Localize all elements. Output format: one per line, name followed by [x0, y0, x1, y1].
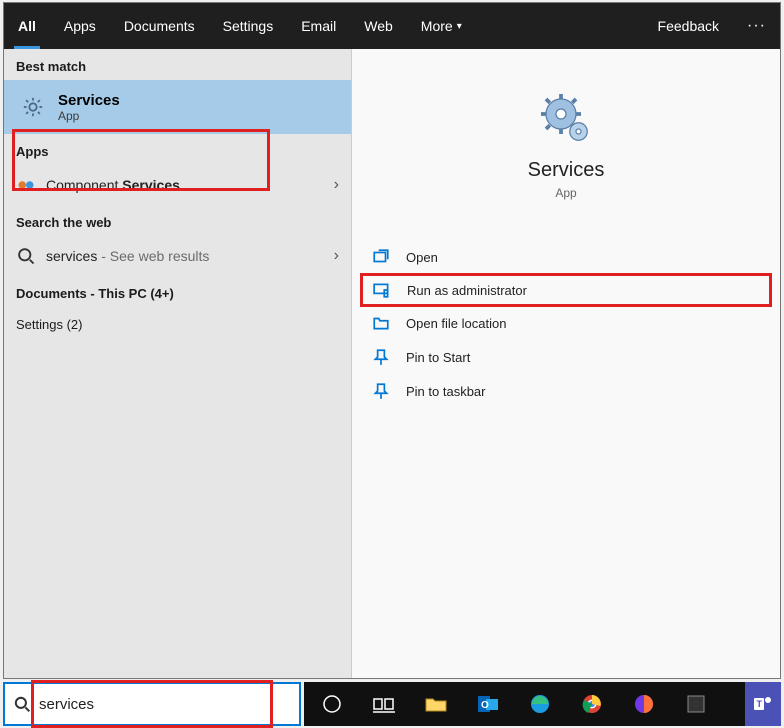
result-detail-pane: Services App Open Run as administrator O…: [352, 49, 780, 678]
tab-label: Web: [364, 18, 393, 34]
action-label: Open file location: [406, 316, 506, 331]
gear-icon: [22, 96, 44, 118]
tab-all[interactable]: All: [4, 3, 50, 49]
taskbar-app-edge[interactable]: [518, 684, 562, 724]
action-pin-to-taskbar[interactable]: Pin to taskbar: [352, 374, 780, 408]
result-title: Services: [58, 92, 120, 109]
detail-subtitle: App: [352, 186, 780, 200]
taskbar-app-chrome[interactable]: [570, 684, 614, 724]
result-subtitle: App: [58, 109, 120, 123]
windows-search-panel: All Apps Documents Settings Email Web Mo…: [3, 2, 781, 679]
windows-taskbar: O: [304, 682, 781, 726]
results-list: Best match Services App Apps Component S…: [4, 49, 352, 678]
action-label: Pin to taskbar: [406, 384, 486, 399]
section-settings[interactable]: Settings (2): [4, 307, 351, 338]
feedback-button[interactable]: Feedback: [644, 3, 733, 49]
tab-documents[interactable]: Documents: [110, 3, 209, 49]
section-best-match: Best match: [4, 49, 351, 80]
action-open[interactable]: Open: [352, 240, 780, 274]
taskbar-app-outlook[interactable]: O: [466, 684, 510, 724]
folder-icon: [372, 314, 390, 332]
action-label: Run as administrator: [407, 283, 527, 298]
section-apps: Apps: [4, 134, 351, 165]
result-search-web[interactable]: services - See web results ›: [4, 236, 351, 276]
tab-email[interactable]: Email: [287, 3, 350, 49]
search-input[interactable]: [39, 696, 291, 713]
task-view-button[interactable]: [362, 684, 406, 724]
feedback-label: Feedback: [658, 18, 719, 34]
pin-icon: [372, 348, 390, 366]
best-match-result-services[interactable]: Services App: [4, 80, 351, 134]
shield-monitor-icon: [373, 281, 391, 299]
detail-title: Services: [352, 159, 780, 182]
gear-icon: [536, 89, 596, 149]
tab-label: Email: [301, 18, 336, 34]
chevron-right-icon: ›: [334, 176, 339, 194]
open-icon: [372, 248, 390, 266]
tab-label: Documents: [124, 18, 195, 34]
taskbar-app-generic[interactable]: [674, 684, 718, 724]
taskbar-app-file-explorer[interactable]: [414, 684, 458, 724]
search-icon: [16, 246, 36, 266]
component-services-icon: [16, 175, 36, 195]
ellipsis-icon: ···: [747, 17, 766, 35]
pin-icon: [372, 382, 390, 400]
svg-text:T: T: [757, 699, 763, 709]
action-open-file-location[interactable]: Open file location: [352, 306, 780, 340]
result-label: services - See web results: [46, 248, 209, 264]
cortana-button[interactable]: [310, 684, 354, 724]
tab-web[interactable]: Web: [350, 3, 407, 49]
chevron-down-icon: ▾: [457, 21, 462, 32]
start-search-box[interactable]: [3, 682, 301, 726]
taskbar-app-firefox[interactable]: [622, 684, 666, 724]
options-button[interactable]: ···: [733, 3, 780, 49]
result-component-services[interactable]: Component Services ›: [4, 165, 351, 205]
tab-label: Settings: [223, 18, 274, 34]
result-label: Component Services: [46, 177, 180, 193]
section-documents[interactable]: Documents - This PC (4+): [4, 276, 351, 307]
section-search-web: Search the web: [4, 205, 351, 236]
tab-label: Apps: [64, 18, 96, 34]
taskbar-app-teams[interactable]: T: [745, 682, 781, 726]
chevron-right-icon: ›: [334, 247, 339, 265]
svg-text:O: O: [481, 700, 489, 711]
action-run-as-administrator[interactable]: Run as administrator: [360, 273, 772, 307]
search-icon: [13, 695, 31, 713]
action-label: Pin to Start: [406, 350, 470, 365]
tab-label: More: [421, 18, 453, 34]
tab-apps[interactable]: Apps: [50, 3, 110, 49]
tab-more[interactable]: More ▾: [407, 3, 476, 49]
search-scope-tabs: All Apps Documents Settings Email Web Mo…: [4, 3, 780, 49]
action-pin-to-start[interactable]: Pin to Start: [352, 340, 780, 374]
tab-label: All: [18, 18, 36, 34]
tab-settings[interactable]: Settings: [209, 3, 288, 49]
action-label: Open: [406, 250, 438, 265]
